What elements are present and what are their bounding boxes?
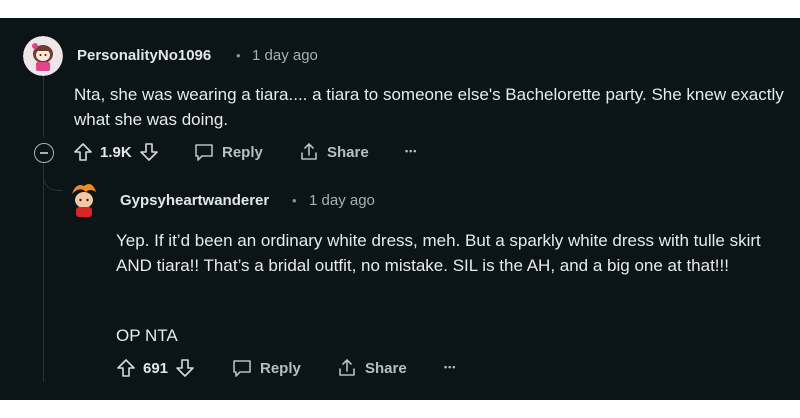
- separator-dot: •: [292, 193, 297, 208]
- share-icon: [336, 358, 358, 378]
- vote-control: 1.9K: [73, 142, 159, 162]
- share-label: Share: [365, 359, 407, 377]
- more-options-button[interactable]: •••: [405, 146, 417, 156]
- downvote-icon[interactable]: [139, 142, 159, 162]
- reply-button[interactable]: Reply: [193, 142, 263, 162]
- vote-control: 691: [116, 358, 195, 378]
- share-button[interactable]: Share: [336, 358, 407, 378]
- reply-thread-connector: [43, 160, 62, 191]
- collapse-thread-button[interactable]: [34, 143, 54, 163]
- avatar[interactable]: [23, 36, 63, 76]
- reply-button[interactable]: Reply: [231, 358, 301, 378]
- share-button[interactable]: Share: [298, 142, 369, 162]
- upvote-icon[interactable]: [116, 358, 136, 378]
- comment-username[interactable]: PersonalityNo1096: [77, 47, 211, 64]
- comment-bubble-icon: [193, 142, 215, 162]
- vote-count: 1.9K: [100, 143, 132, 161]
- upvote-icon[interactable]: [73, 142, 93, 162]
- reply-label: Reply: [222, 143, 263, 161]
- comment-timestamp[interactable]: 1 day ago: [252, 47, 318, 64]
- reply-body-paragraph: OP NTA: [116, 326, 178, 345]
- reply-timestamp[interactable]: 1 day ago: [309, 192, 375, 209]
- comment-body: Nta, she was wearing a tiara.... a tiara…: [74, 85, 784, 129]
- downvote-icon[interactable]: [175, 358, 195, 378]
- share-label: Share: [327, 143, 369, 161]
- more-options-button[interactable]: •••: [444, 362, 456, 372]
- comment-bubble-icon: [231, 358, 253, 378]
- reply-body-paragraph: Yep. If it’d been an ordinary white dres…: [116, 231, 761, 275]
- share-icon: [298, 142, 320, 162]
- reply-username[interactable]: Gypsyheartwanderer: [120, 192, 269, 209]
- avatar[interactable]: [64, 180, 104, 220]
- reply-label: Reply: [260, 359, 301, 377]
- separator-dot: •: [236, 48, 241, 63]
- vote-count: 691: [143, 359, 169, 377]
